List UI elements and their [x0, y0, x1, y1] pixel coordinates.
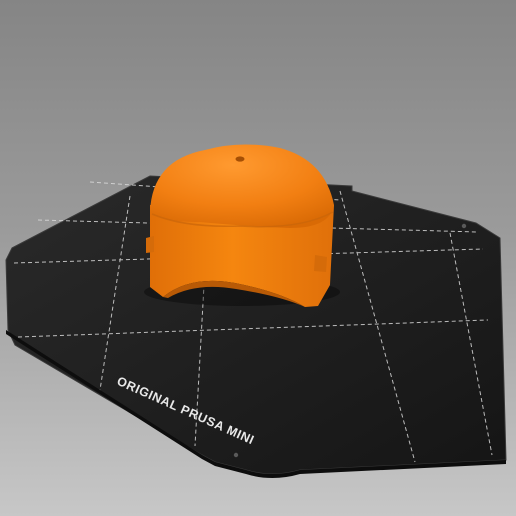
model-top-hole: [235, 156, 245, 162]
bed-mount-hole: [461, 223, 467, 229]
bed-mount-hole: [233, 452, 239, 458]
model-tab-right: [314, 255, 327, 272]
viewport-scene: ORIGINAL PRUSA MINI: [5, 144, 507, 478]
3d-viewport[interactable]: ORIGINAL PRUSA MINI: [0, 0, 516, 516]
model-object[interactable]: [144, 144, 340, 307]
model-tab-left: [146, 236, 154, 253]
